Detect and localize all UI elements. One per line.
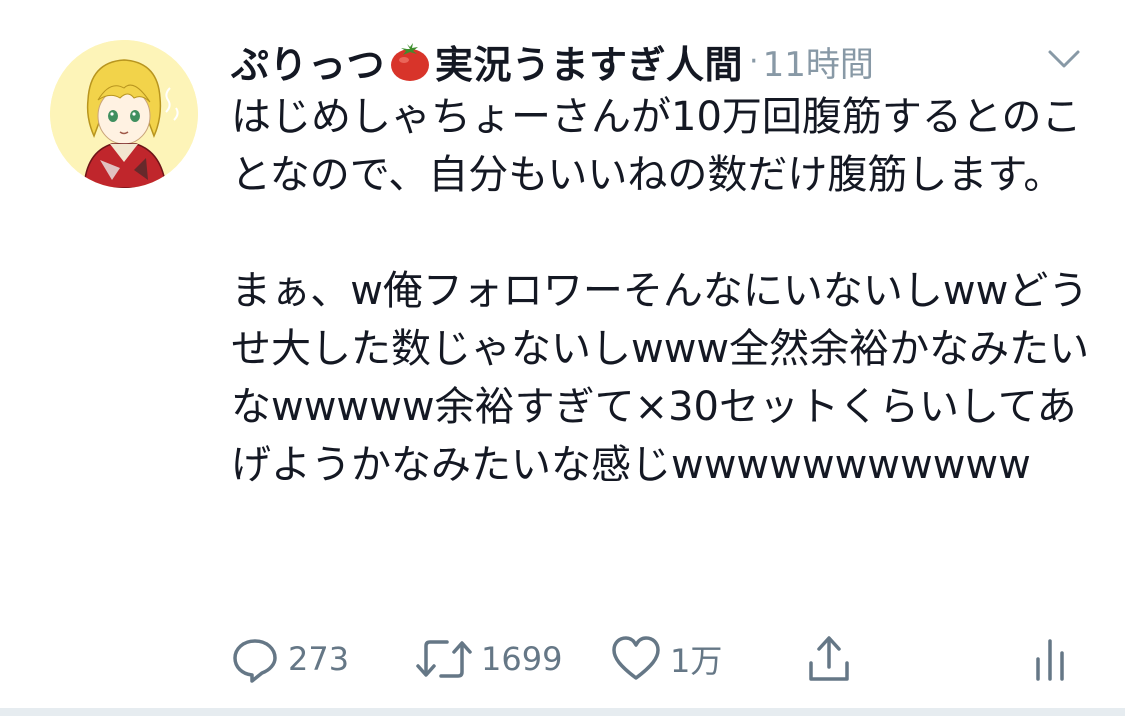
- tomato-icon: [387, 38, 433, 84]
- chevron-down-icon[interactable]: [1044, 44, 1084, 74]
- avatar[interactable]: [50, 40, 198, 188]
- reply-count: 273: [288, 640, 350, 678]
- tweet[interactable]: ぷりっつ 実況うますぎ人間 · 11時間 はじめしゃちょーさんが10万回腹筋する…: [0, 0, 1125, 716]
- retweet-icon: [415, 634, 473, 684]
- tweet-actions: 273 1699 1万: [0, 628, 1125, 690]
- avatar-image: [50, 40, 198, 188]
- tweet-text: はじめしゃちょーさんが10万回腹筋するとのことなので、自分もいいねの数だけ腹筋し…: [231, 94, 1090, 488]
- separator-dot: ·: [749, 43, 759, 79]
- author-name-part2: 実況うますぎ人間: [435, 42, 744, 87]
- author-name-part1: ぷりっつ: [231, 42, 386, 87]
- tweet-header: ぷりっつ 実況うますぎ人間 · 11時間: [231, 33, 874, 89]
- analytics-icon: [1030, 633, 1070, 685]
- retweet-button[interactable]: 1699: [415, 628, 562, 690]
- retweet-count: 1699: [481, 640, 563, 678]
- tweet-timestamp[interactable]: 11時間: [763, 37, 874, 86]
- like-count: 1万: [670, 642, 723, 680]
- like-button[interactable]: 1万: [610, 628, 722, 690]
- heart-icon: [610, 634, 662, 684]
- author-name[interactable]: ぷりっつ 実況うますぎ人間: [231, 34, 743, 89]
- share-button[interactable]: [805, 628, 853, 690]
- share-icon: [805, 633, 853, 685]
- analytics-button[interactable]: [1030, 628, 1070, 690]
- bottom-divider: [0, 708, 1125, 716]
- reply-button[interactable]: 273: [230, 628, 349, 690]
- reply-icon: [230, 634, 280, 684]
